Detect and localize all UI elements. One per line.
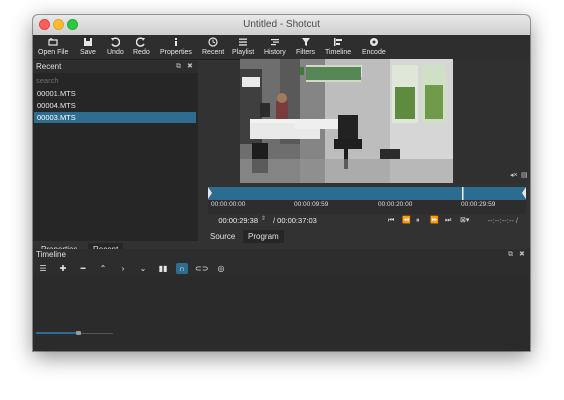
video-frame-image [240, 59, 453, 183]
snap-icon[interactable]: ∩ [176, 263, 188, 274]
remove-icon[interactable]: ━ [77, 263, 89, 274]
timeline-icon [334, 38, 343, 46]
open-file-button[interactable]: Open File [38, 37, 68, 56]
redo-label: Redo [133, 49, 150, 56]
open-file-icon [48, 37, 58, 46]
filters-button[interactable]: Filters [296, 37, 315, 56]
ruler-label: 00:00:20:00 [378, 201, 413, 208]
recent-panel-header: Recent ⧉ ✖ [33, 61, 198, 73]
playlist-button[interactable]: Playlist [232, 37, 254, 56]
float-panel-icon[interactable]: ⧉ [176, 63, 181, 71]
undo-label: Undo [107, 49, 124, 56]
undo-button[interactable]: Undo [107, 37, 124, 56]
redo-button[interactable]: Redo [133, 37, 150, 56]
timeline-toolbar: ☰ ✚ ━ ⌃ › ⌄ ▮▮ ∩ ⊂⊃ ◎ [33, 262, 530, 275]
current-timecode-field[interactable]: 00:00:29:38 [206, 215, 260, 226]
timeline-label: Timeline [325, 49, 352, 56]
ruler-label: 00:00:09:59 [294, 201, 329, 208]
video-preview [240, 59, 453, 183]
playhead[interactable] [462, 187, 464, 200]
ripple-icon[interactable]: ⊂⊃ [195, 263, 208, 274]
append-icon[interactable]: ✚ [57, 263, 69, 274]
zoom-icon[interactable]: ⊠▾ [460, 216, 469, 225]
pause-icon[interactable]: ⏸ [416, 216, 420, 225]
scrub-bar-graphic [208, 187, 526, 200]
filters-label: Filters [296, 49, 316, 56]
main-toolbar: Open File Save Undo Redo Properties Rece… [33, 35, 530, 60]
info-icon [174, 38, 177, 46]
history-button[interactable]: History [264, 37, 286, 56]
tab-source[interactable]: Source [205, 230, 240, 243]
zoom-slider-handle[interactable] [76, 331, 81, 335]
close-panel-icon[interactable]: ✖ [519, 251, 525, 259]
filter-icon [301, 38, 310, 46]
timeline-button[interactable]: Timeline [325, 37, 351, 56]
list-item[interactable]: 00001.MTS [34, 88, 196, 99]
timeline-panel-title: Timeline [36, 250, 66, 259]
skip-to-start-icon[interactable]: ⏮ [388, 216, 394, 225]
total-duration: / 00:00:37:03 [273, 216, 317, 225]
properties-label: Properties [160, 49, 192, 56]
scrub-bar[interactable] [208, 187, 526, 200]
save-icon [83, 38, 92, 46]
recent-panel-title: Recent [36, 62, 62, 71]
recent-button[interactable]: Recent [202, 37, 224, 56]
history-icon [270, 39, 279, 46]
player-tabs: Source Program [203, 230, 343, 243]
scrub-icon[interactable]: ◎ [215, 263, 227, 274]
float-panel-icon[interactable]: ⧉ [508, 251, 513, 259]
in-out-readout: --:--:--:-- / [487, 216, 518, 225]
rewind-icon[interactable]: ⏪ [402, 216, 411, 225]
playlist-label: Playlist [232, 49, 255, 56]
list-item[interactable]: 00003.MTS [34, 112, 196, 123]
title-bar: Untitled - Shotcut [33, 15, 530, 36]
tab-program[interactable]: Program [243, 230, 284, 243]
timeline-panel-header: Timeline ⧉ ✖ [33, 249, 530, 261]
save-label: Save [80, 49, 96, 56]
close-panel-icon[interactable]: ✖ [187, 63, 193, 71]
insert-icon[interactable]: ⌄ [137, 263, 149, 274]
save-button[interactable]: Save [80, 37, 96, 56]
ruler-label: 00:00:29:59 [461, 201, 496, 208]
zoom-slider-fill [36, 332, 77, 334]
ruler-label: 00:00:00:00 [211, 201, 246, 208]
recent-panel: Recent ⧉ ✖ search 00001.MTS 00004.MTS 00… [33, 61, 198, 241]
timeline-zoom-slider[interactable] [36, 331, 113, 335]
recent-label: Recent [202, 49, 225, 56]
redo-icon [136, 37, 146, 47]
fast-forward-icon[interactable]: ⏩ [430, 216, 439, 225]
timecode-stepper-icon[interactable]: ⇕ [261, 215, 266, 222]
volume-icon[interactable]: ▤ [521, 171, 528, 179]
window-title: Untitled - Shotcut [243, 19, 320, 30]
properties-button[interactable]: Properties [160, 37, 192, 56]
timeline-panel: Timeline ⧉ ✖ ☰ ✚ ━ ⌃ › ⌄ ▮▮ ∩ ⊂⊃ ◎ [33, 249, 530, 351]
audio-meter-panel: ◂× ▤ [455, 59, 530, 183]
recent-search-input[interactable]: search [34, 75, 196, 86]
recent-icon [208, 37, 218, 47]
undo-icon [111, 37, 121, 47]
encode-label: Encode [362, 49, 386, 56]
overwrite-icon[interactable]: › [117, 263, 129, 274]
history-label: History [264, 49, 286, 56]
time-ruler: 00:00:00:00 00:00:09:59 00:00:20:00 00:0… [208, 200, 526, 214]
mute-icon[interactable]: ◂× [510, 171, 518, 179]
app-window: Untitled - Shotcut Open File Save Undo R… [33, 15, 530, 351]
timeline-menu-icon[interactable]: ☰ [37, 263, 49, 274]
encode-button[interactable]: Encode [362, 37, 386, 56]
encode-icon [369, 38, 378, 46]
open-file-label: Open File [38, 49, 69, 56]
split-icon[interactable]: ▮▮ [157, 263, 169, 274]
skip-to-end-icon[interactable]: ⏭ [445, 216, 451, 225]
playlist-icon [239, 38, 248, 46]
lift-icon[interactable]: ⌃ [97, 263, 109, 274]
transport-controls: 00:00:29:38 ⇕ / 00:00:37:03 ⏮ ⏪ ⏸ ⏩ ⏭ ⊠▾… [203, 213, 530, 229]
list-item[interactable]: 00004.MTS [34, 100, 196, 111]
